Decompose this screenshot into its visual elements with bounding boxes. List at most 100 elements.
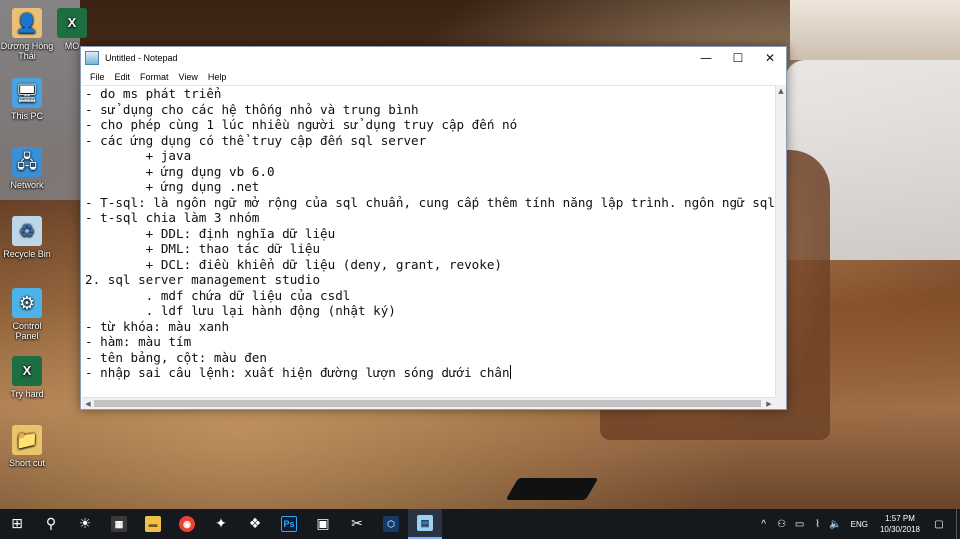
desktop-icon-label: Dương Hồng Thái xyxy=(0,41,54,61)
battery-icon[interactable]: ▭ xyxy=(793,519,807,530)
horizontal-scroll-thumb[interactable] xyxy=(94,400,761,407)
close-button[interactable]: ✕ xyxy=(754,47,786,69)
control-panel-icon: ⚙ xyxy=(12,288,42,318)
editor-line: + DCL: điều khiển dữ liệu (deny, grant, … xyxy=(85,256,503,272)
scroll-left-icon[interactable]: ◀ xyxy=(82,398,94,410)
scrollbar-corner xyxy=(775,397,786,409)
taskbar-calculator-button[interactable]: ▦ xyxy=(102,509,136,539)
brightness-icon: ☀ xyxy=(78,516,92,532)
user-folder-icon: 👤 xyxy=(12,8,42,38)
app-icon: ▣ xyxy=(316,516,330,532)
folder-icon: 📁 xyxy=(12,425,42,455)
people-icon[interactable]: ⚇ xyxy=(775,519,789,530)
desktop-icon-label: Recycle Bin xyxy=(3,249,51,259)
notepad-icon xyxy=(85,51,99,65)
taskbar-app-button[interactable]: ▣ xyxy=(306,509,340,539)
scroll-up-icon[interactable]: ▲ xyxy=(776,85,786,97)
taskbar-app-button[interactable]: ❖ xyxy=(238,509,272,539)
taskbar-virtualbox-button[interactable]: ⬡ xyxy=(374,509,408,539)
taskbar-apps: ⊞ ⚲ ☀ ▦ ▬ ◉ ✦ ❖ Ps ▣ ✂ ⬡ ▤ xyxy=(0,509,442,539)
desktop-icon-label: Network xyxy=(10,180,44,190)
notepad-window[interactable]: Untitled - Notepad — ☐ ✕ File Edit Forma… xyxy=(80,46,787,410)
taskbar-app-button[interactable]: ✦ xyxy=(204,509,238,539)
taskbar-file-explorer-button[interactable]: ▬ xyxy=(136,509,170,539)
editor-line: + DDL: định nghĩa dữ liệu xyxy=(85,225,336,241)
editor-line: - tên bảng, cột: màu đen xyxy=(85,349,267,365)
desktop-icon-control-panel[interactable]: ⚙ Control Panel xyxy=(0,288,54,341)
calculator-icon: ▦ xyxy=(111,516,127,532)
horizontal-scrollbar[interactable]: ◀ ▶ xyxy=(82,397,775,409)
desktop-icon-user[interactable]: 👤 Dương Hồng Thái xyxy=(0,8,54,61)
recycle-bin-icon: ♻ xyxy=(12,216,42,246)
chrome-icon: ◉ xyxy=(179,516,195,532)
taskbar-chrome-button[interactable]: ◉ xyxy=(170,509,204,539)
menu-file[interactable]: File xyxy=(85,72,110,82)
app-icon: ❖ xyxy=(248,516,262,532)
desktop-icon-recycle-bin[interactable]: ♻ Recycle Bin xyxy=(0,216,54,259)
editor-line: . ldf lưu lại hành động (nhật ký) xyxy=(85,303,396,318)
editor-line: + java xyxy=(85,148,192,163)
network-icon[interactable]: ⌇ xyxy=(811,519,825,530)
taskbar: ⊞ ⚲ ☀ ▦ ▬ ◉ ✦ ❖ Ps ▣ ✂ ⬡ ▤ ^ ⚇ ▭ ⌇ 🔈 ENG 1:57 PM 10/… xyxy=(0,509,960,539)
notepad-icon: ▤ xyxy=(417,515,433,531)
virtualbox-icon: ⬡ xyxy=(383,516,399,532)
menu-format[interactable]: Format xyxy=(135,72,174,82)
editor-line: . mdf chứa dữ liệu của csdl xyxy=(85,287,351,303)
desktop-icon-this-pc[interactable]: 🖥 This PC xyxy=(0,78,54,121)
desktop-icon-label: Short cut xyxy=(8,458,46,468)
editor-line: - sử dụng cho các hệ thống nhỏ và trung … xyxy=(85,101,419,117)
editor-line: - từ khóa: màu xanh xyxy=(85,318,230,334)
editor-line: - t-sql chia làm 3 nhóm xyxy=(85,210,260,225)
language-indicator[interactable]: ENG xyxy=(851,520,868,529)
desktop-icon-network[interactable]: 🖧 Network xyxy=(0,147,54,190)
clock[interactable]: 1:57 PM 10/30/2018 xyxy=(880,513,920,535)
network-icon: 🖧 xyxy=(12,147,42,177)
menu-help[interactable]: Help xyxy=(203,72,232,82)
editor-line: + ứng dụng .net xyxy=(85,179,260,194)
clock-time: 1:57 PM xyxy=(885,514,915,523)
volume-icon[interactable]: 🔈 xyxy=(829,519,843,530)
editor-line: - do ms phát triển xyxy=(85,86,222,101)
editor-line: - T-sql: là ngôn ngữ mở rộng của sql chu… xyxy=(85,194,775,210)
excel-file-icon: X xyxy=(57,8,87,38)
system-tray: ^ ⚇ ▭ ⌇ 🔈 ENG 1:57 PM 10/30/2018 ▢ xyxy=(755,509,960,539)
text-editor[interactable]: - do ms phát triển - sử dụng cho các hệ … xyxy=(82,85,775,397)
editor-line: 2. sql server management studio xyxy=(85,272,321,287)
desktop-icon-label: Control Panel xyxy=(12,321,42,341)
wallpaper-phone xyxy=(505,478,599,500)
taskbar-search-button[interactable]: ⚲ xyxy=(34,509,68,539)
file-explorer-icon: ▬ xyxy=(145,516,161,532)
chevron-up-icon[interactable]: ^ xyxy=(757,519,771,530)
taskbar-brightness-button[interactable]: ☀ xyxy=(68,509,102,539)
taskbar-start-button[interactable]: ⊞ xyxy=(0,509,34,539)
desktop-icon-mo[interactable]: X MO xyxy=(52,8,92,51)
window-title: Untitled - Notepad xyxy=(105,53,178,63)
search-icon: ⚲ xyxy=(45,516,57,532)
title-bar[interactable]: Untitled - Notepad — ☐ ✕ xyxy=(81,47,786,69)
desktop-icon-label: Try hard xyxy=(10,389,44,399)
notification-icon[interactable]: ▢ xyxy=(932,519,946,530)
scroll-right-icon[interactable]: ▶ xyxy=(763,398,775,410)
editor-line: + ứng dụng vb 6.0 xyxy=(85,163,275,179)
maximize-button[interactable]: ☐ xyxy=(722,47,754,69)
taskbar-photoshop-button[interactable]: Ps xyxy=(272,509,306,539)
desktop-icon-short-cut[interactable]: 📁 Short cut xyxy=(0,425,54,468)
editor-content[interactable]: - do ms phát triển - sử dụng cho các hệ … xyxy=(82,86,775,381)
show-desktop-button[interactable] xyxy=(956,509,960,539)
minimize-button[interactable]: — xyxy=(690,47,722,69)
menu-view[interactable]: View xyxy=(174,72,203,82)
vertical-scrollbar[interactable]: ▲ xyxy=(775,85,786,397)
menu-bar: File Edit Format View Help xyxy=(81,69,786,85)
tools-icon: ✂ xyxy=(351,516,363,532)
taskbar-notepad-button[interactable]: ▤ xyxy=(408,509,442,539)
desktop-icon-try-hard[interactable]: X Try hard xyxy=(0,356,54,399)
editor-line: - nhập sai câu lệnh: xuất hiện đường lượ… xyxy=(85,365,510,380)
app-icon: ✦ xyxy=(215,516,227,532)
editor-line: - hàm: màu tím xyxy=(85,334,192,349)
taskbar-tools-button[interactable]: ✂ xyxy=(340,509,374,539)
computer-icon: 🖥 xyxy=(12,78,42,108)
clock-date: 10/30/2018 xyxy=(879,525,920,534)
editor-line: - các ứng dụng có thể truy cập đến sql s… xyxy=(85,132,427,148)
menu-edit[interactable]: Edit xyxy=(110,72,136,82)
text-caret xyxy=(509,365,511,379)
